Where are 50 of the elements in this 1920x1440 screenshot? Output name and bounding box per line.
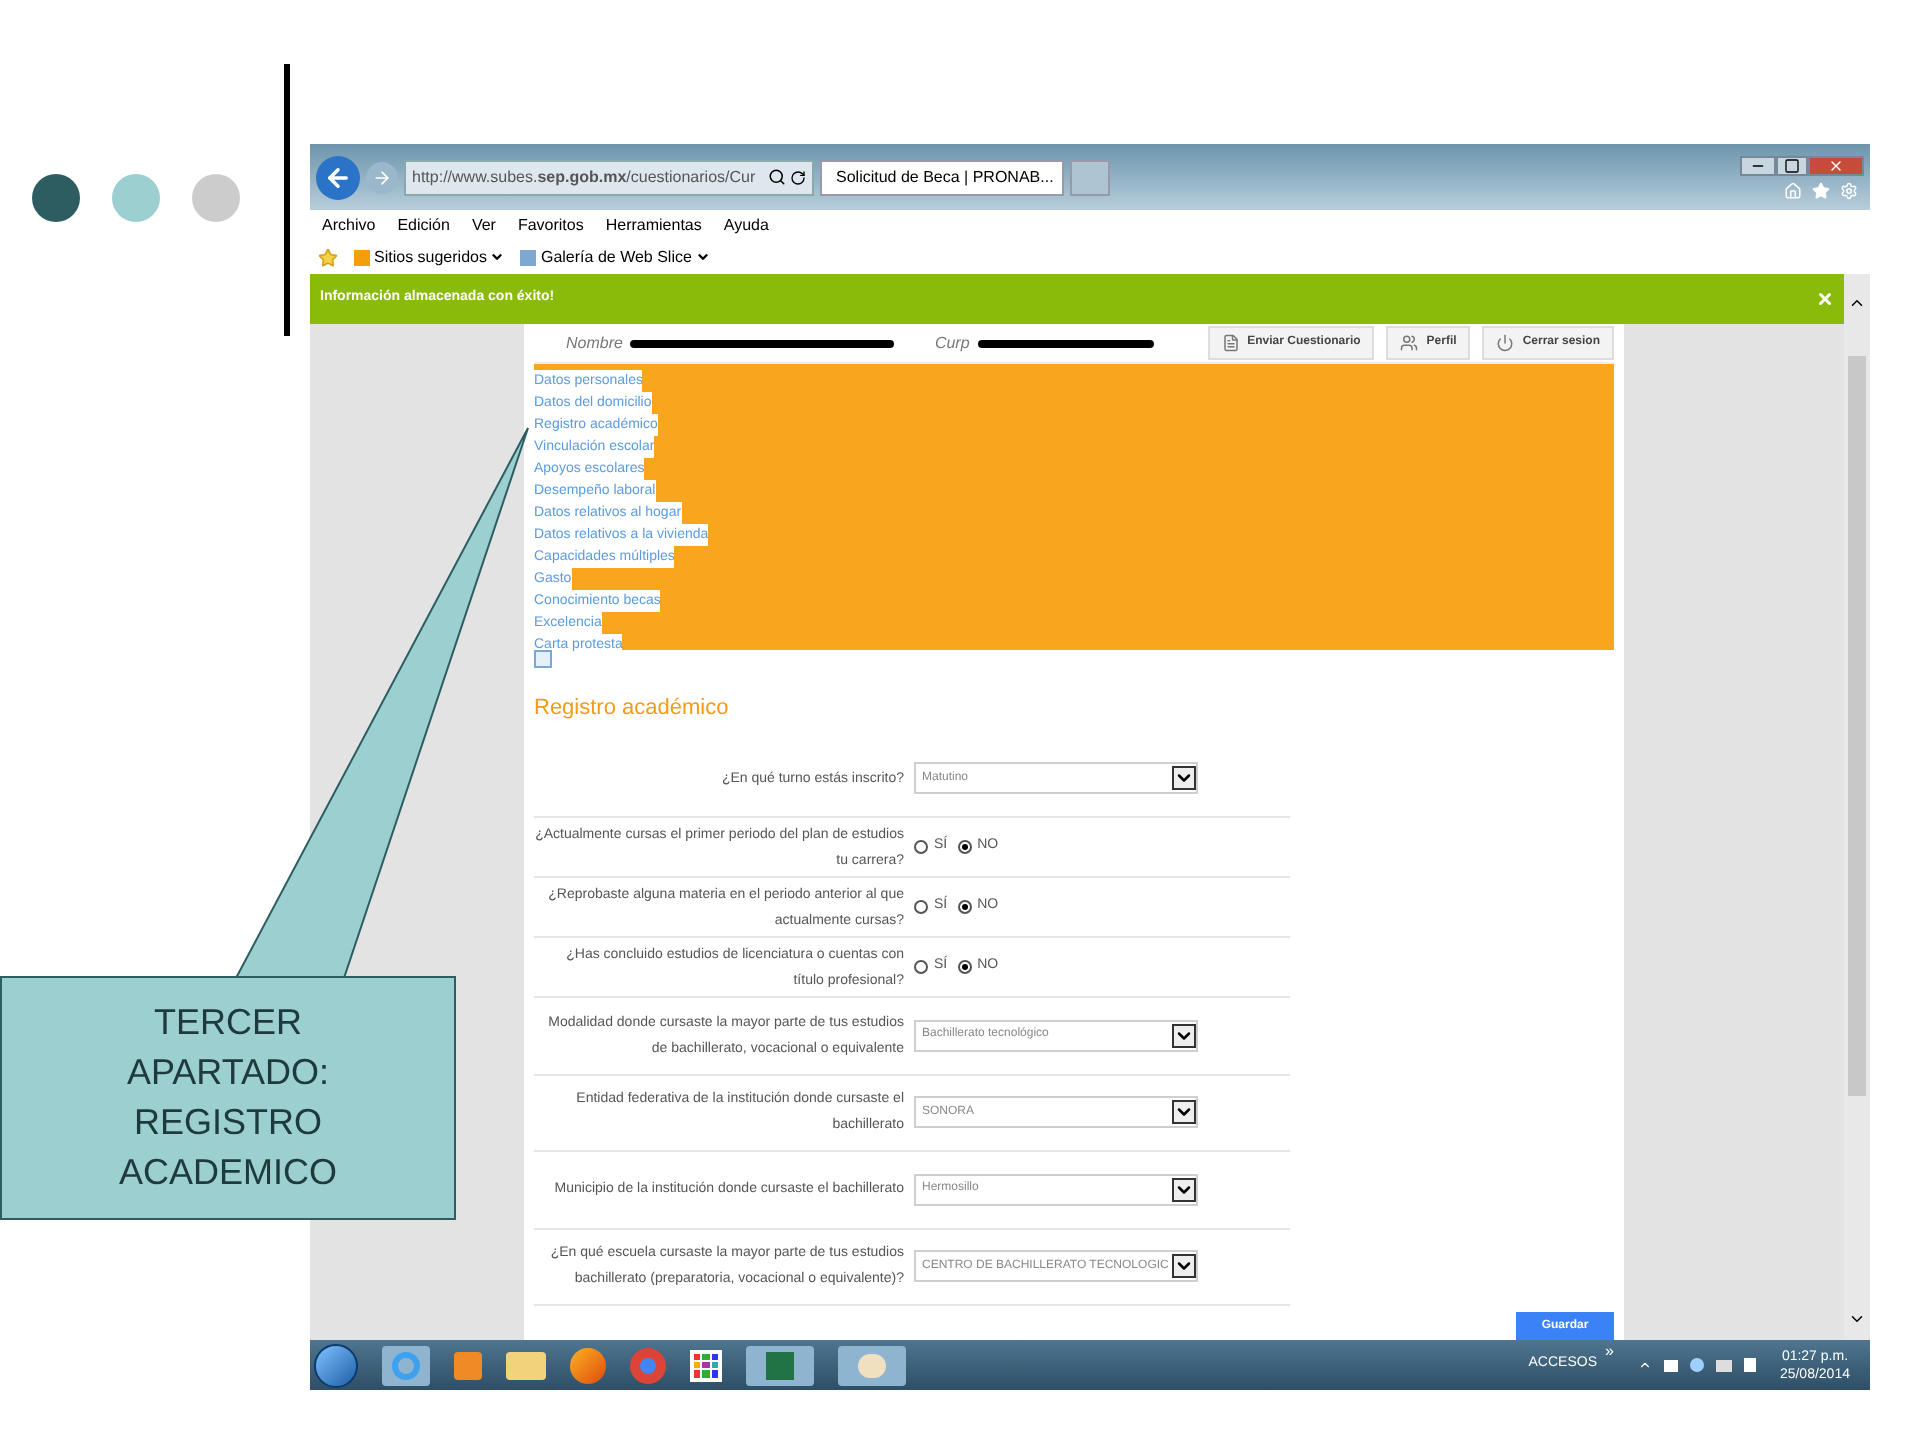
refresh-icon[interactable]: [790, 169, 806, 185]
caret-icon: [490, 250, 505, 264]
favorites-star-icon[interactable]: [318, 247, 338, 267]
curp-label: Curp: [934, 331, 970, 355]
scroll-thumb[interactable]: [1848, 356, 1866, 1096]
radio-button[interactable]: [914, 840, 928, 854]
callout-box: TERCER APARTADO: REGISTRO ACADEMICO: [0, 976, 456, 1220]
spreadsheet-icon[interactable]: [746, 1345, 814, 1385]
scroll-down-icon[interactable]: [1848, 1310, 1866, 1328]
menu-item[interactable]: Edición: [397, 213, 450, 237]
minimize-icon[interactable]: [1740, 155, 1776, 175]
dot-decoration: [112, 174, 160, 222]
section-title: Registro académico: [534, 694, 731, 724]
browser-tab[interactable]: Solicitud de Beca | PRONAB...: [820, 159, 1064, 195]
favorite-site-icon: [520, 249, 537, 265]
search-icon[interactable]: [768, 168, 786, 186]
favorite-site-icon: [354, 249, 370, 265]
arrow-left-icon: [324, 163, 352, 191]
start-button-icon[interactable]: [314, 1343, 358, 1387]
menu-item[interactable]: Herramientas: [605, 213, 702, 237]
dot-decoration: [32, 174, 80, 222]
users-icon: [1400, 334, 1419, 352]
menu-item[interactable]: Archivo: [322, 213, 376, 237]
radio-button[interactable]: [957, 960, 972, 974]
caret-icon: [695, 250, 710, 264]
document-icon: [1221, 334, 1240, 352]
menu-item[interactable]: Favoritos: [517, 213, 584, 237]
firefox-icon[interactable]: [570, 1347, 606, 1383]
toolbar-chevron[interactable]: »: [1605, 1340, 1614, 1364]
radio-button[interactable]: [914, 960, 928, 974]
dot-decoration: [192, 174, 240, 222]
radio-button[interactable]: [957, 840, 972, 854]
arrow-right-icon: [372, 167, 392, 187]
menu-item[interactable]: Ayuda: [723, 213, 769, 237]
power-icon: [1496, 334, 1515, 352]
radio-button[interactable]: [914, 900, 928, 914]
app-grid-icon[interactable]: [690, 1349, 722, 1381]
favorites-link[interactable]: Sitios sugeridos: [354, 245, 505, 269]
maximize-icon[interactable]: [1776, 155, 1808, 175]
address-field[interactable]: http://www.subes.sep.gob.mx/cuestionarios/Cur: [404, 159, 814, 195]
radio-button[interactable]: [957, 900, 972, 914]
back-button[interactable]: [316, 155, 360, 199]
menu-item[interactable]: Ver: [471, 213, 496, 237]
folder-icon[interactable]: [506, 1351, 546, 1379]
favorites-link[interactable]: Galería de Web Slice: [520, 245, 710, 269]
star-icon[interactable]: [1812, 181, 1830, 199]
url-text: http://www.subes.sep.gob.mx/cuestionarios/Cur: [412, 165, 756, 189]
scroll-up-icon[interactable]: [1848, 294, 1866, 312]
browser-taskbar-icon[interactable]: [382, 1345, 430, 1385]
name-label: Nombre: [566, 331, 623, 355]
